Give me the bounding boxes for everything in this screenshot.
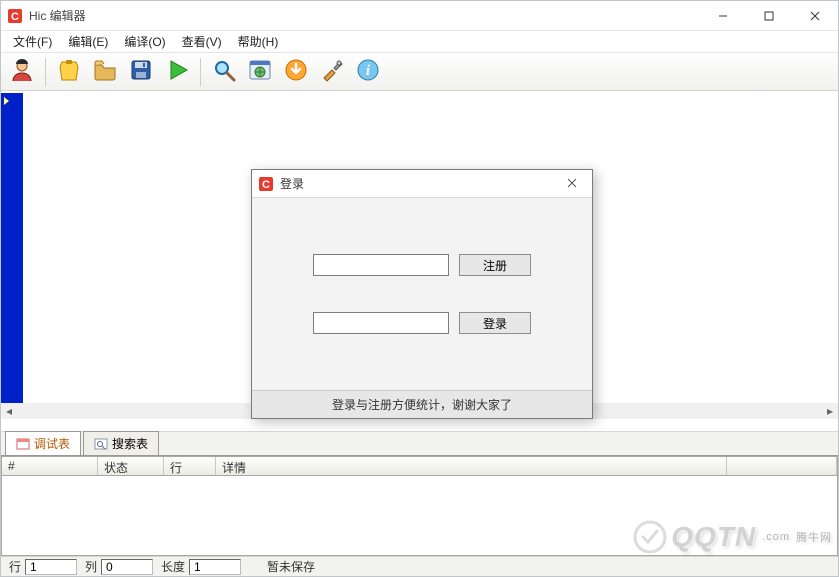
svg-text:C: C — [11, 11, 19, 23]
status-col-value: 0 — [101, 559, 153, 575]
debug-tab-icon — [16, 437, 30, 451]
scroll-right-icon[interactable]: ▸ — [822, 403, 838, 419]
register-input[interactable] — [313, 254, 449, 276]
status-col-label: 列 — [77, 558, 101, 575]
menu-compile[interactable]: 编译(O) — [116, 31, 173, 52]
dialog-close-button[interactable] — [558, 170, 586, 198]
toolbar-help-button[interactable]: i — [351, 56, 385, 88]
dialog-title: 登录 — [280, 175, 558, 192]
toolbar-run-button[interactable] — [160, 56, 194, 88]
close-button[interactable] — [792, 1, 838, 30]
tab-debug[interactable]: 调试表 — [5, 431, 81, 456]
tab-search[interactable]: 搜索表 — [83, 431, 159, 456]
toolbar-clipboard-button[interactable] — [52, 56, 86, 88]
menu-file[interactable]: 文件(F) — [5, 31, 60, 52]
gutter-caret-icon — [4, 97, 9, 105]
status-len-label: 长度 — [153, 558, 189, 575]
toolbar-browser-button[interactable] — [243, 56, 277, 88]
download-icon — [284, 58, 308, 85]
search-tab-icon — [94, 437, 108, 451]
toolbar-separator — [200, 58, 201, 86]
toolbar-download-button[interactable] — [279, 56, 313, 88]
status-row-label: 行 — [1, 558, 25, 575]
clipboard-icon — [57, 58, 81, 85]
window-controls — [700, 1, 838, 30]
dialog-footer: 登录与注册方便统计，谢谢大家了 — [252, 390, 592, 418]
tab-search-label: 搜索表 — [112, 435, 148, 452]
titlebar: C Hic 编辑器 — [1, 1, 838, 31]
status-row-value: 1 — [25, 559, 77, 575]
tab-debug-label: 调试表 — [34, 435, 70, 452]
scroll-left-icon[interactable]: ◂ — [1, 403, 17, 419]
grid-body[interactable] — [1, 476, 838, 556]
register-row: 注册 — [270, 254, 574, 276]
toolbar-separator — [45, 58, 46, 86]
help-icon: i — [356, 58, 380, 85]
dialog-app-icon: C — [258, 176, 274, 192]
col-detail[interactable]: 详情 — [216, 457, 727, 475]
login-row: 登录 — [270, 312, 574, 334]
folder-icon — [93, 58, 117, 85]
status-len-value: 1 — [189, 559, 241, 575]
menu-help[interactable]: 帮助(H) — [230, 31, 287, 52]
minimize-button[interactable] — [700, 1, 746, 30]
save-icon — [129, 58, 153, 85]
globe-icon — [248, 58, 272, 85]
statusbar: 行 1 列 0 长度 1 暂未保存 — [1, 556, 838, 576]
status-save-state: 暂未保存 — [259, 558, 319, 575]
app-icon: C — [7, 8, 23, 24]
menu-edit[interactable]: 编辑(E) — [60, 31, 116, 52]
dialog-body: 注册 登录 登录与注册方便统计，谢谢大家了 — [252, 198, 592, 418]
login-input[interactable] — [313, 312, 449, 334]
window-title: Hic 编辑器 — [29, 7, 700, 24]
toolbar-folder-button[interactable] — [88, 56, 122, 88]
toolbar-search-button[interactable] — [207, 56, 241, 88]
col-status[interactable]: 状态 — [98, 457, 164, 475]
grid-header: # 状态 行 详情 — [1, 456, 838, 476]
toolbar-user-button[interactable] — [5, 56, 39, 88]
menu-view[interactable]: 查看(V) — [174, 31, 230, 52]
svg-text:C: C — [262, 179, 270, 191]
maximize-button[interactable] — [746, 1, 792, 30]
debug-grid-panel: # 状态 行 详情 — [1, 455, 838, 556]
play-icon — [165, 58, 189, 85]
search-icon — [212, 58, 236, 85]
user-icon — [10, 58, 34, 85]
col-line[interactable]: 行 — [164, 457, 216, 475]
toolbar-tools-button[interactable] — [315, 56, 349, 88]
dialog-titlebar[interactable]: C 登录 — [252, 170, 592, 198]
app-window: C Hic 编辑器 文件(F) 编辑(E) 编译(O) 查看(V) 帮助(H) — [0, 0, 839, 577]
menubar: 文件(F) 编辑(E) 编译(O) 查看(V) 帮助(H) — [1, 31, 838, 53]
bottom-tabs: 调试表 搜索表 — [1, 431, 838, 455]
col-index[interactable]: # — [2, 457, 98, 475]
toolbar-save-button[interactable] — [124, 56, 158, 88]
toolbar: i — [1, 53, 838, 91]
close-icon — [567, 177, 577, 191]
col-spare[interactable] — [727, 457, 837, 475]
register-button[interactable]: 注册 — [459, 254, 531, 276]
editor-gutter — [1, 93, 23, 419]
login-button[interactable]: 登录 — [459, 312, 531, 334]
tools-icon — [320, 58, 344, 85]
login-dialog: C 登录 注册 登录 登录与注册方便统计，谢谢大家了 — [251, 169, 593, 419]
